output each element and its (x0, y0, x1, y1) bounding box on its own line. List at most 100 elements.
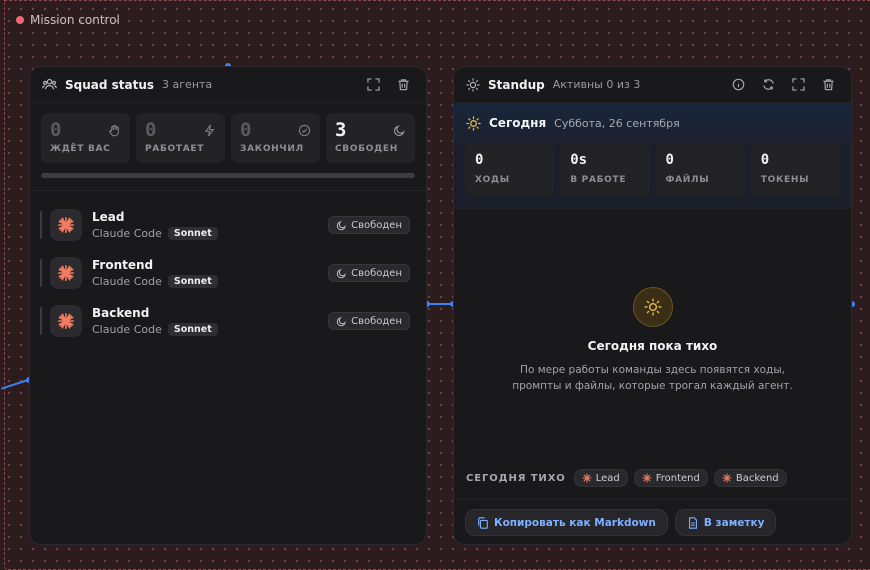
stat-finished: 0 ЗАКОНЧИЛ (231, 113, 320, 163)
stat-value: 0 (665, 152, 674, 168)
sun-icon (466, 115, 481, 131)
standup-active-count: Активны 0 из 3 (552, 78, 641, 91)
info-button[interactable] (727, 74, 749, 96)
copy-markdown-button[interactable]: Копировать как Markdown (465, 509, 668, 536)
copy-markdown-label: Копировать как Markdown (494, 516, 656, 529)
check-circle-icon (298, 122, 311, 141)
expand-button[interactable] (787, 74, 809, 96)
hand-icon (108, 122, 121, 141)
squad-progress-bar (41, 173, 415, 178)
agent-status-text: Свободен (351, 219, 402, 231)
agent-row-backend[interactable]: Backend Claude Code Sonnet Свободен (30, 297, 426, 345)
agent-name: Frontend (92, 258, 154, 272)
expand-button[interactable] (362, 74, 384, 96)
squad-panel-title: Squad status (65, 77, 155, 92)
moon-icon (393, 122, 406, 141)
agent-status-badge: Свободен (328, 216, 410, 234)
squad-status-panel: Squad status 3 агента 0 ЖДЁТ ВАС 0 РАБОТ… (29, 66, 427, 545)
delete-button[interactable] (817, 74, 839, 96)
stat-label: ЖДЁТ ВАС (50, 144, 111, 154)
today-label: Сегодня (489, 116, 547, 130)
empty-state: Сегодня пока тихо По мере работы команды… (454, 287, 851, 394)
quiet-agent-chip: Lead (573, 469, 628, 487)
sun-icon (643, 298, 662, 316)
agent-row-lead[interactable]: Lead Claude Code Sonnet Свободен (30, 201, 426, 249)
quiet-agent-name: Lead (595, 472, 620, 484)
sun-icon (466, 77, 480, 92)
moon-icon (336, 316, 347, 326)
stat-time-working: 0s В РАБОТЕ (560, 143, 650, 195)
quiet-agent-name: Backend (735, 472, 779, 484)
expand-icon (791, 78, 805, 91)
refresh-icon (762, 79, 774, 90)
agent-avatar (50, 305, 82, 337)
quiet-agent-chip: Frontend (633, 469, 708, 487)
today-header: Сегодня Суббота, 26 сентября (454, 103, 851, 143)
stat-label: СВОБОДЕН (335, 144, 398, 154)
stat-label: ХОДЫ (475, 175, 510, 185)
standup-stats: 0 ХОДЫ 0s В РАБОТЕ 0 ФАЙЛЫ 0 ТОКЕНЫ (454, 143, 851, 195)
today-date: Суббота, 26 сентября (554, 116, 680, 130)
agent-runtime: Claude Code (92, 227, 162, 240)
stat-turns: 0 ХОДЫ (465, 143, 555, 195)
agent-model-badge: Sonnet (167, 323, 218, 336)
empty-state-title: Сегодня пока тихо (587, 339, 718, 353)
expand-icon (366, 78, 380, 91)
agent-runtime: Claude Code (92, 323, 162, 336)
agent-model-badge: Sonnet (167, 227, 218, 240)
agent-row-frontend[interactable]: Frontend Claude Code Sonnet Свободен (30, 249, 426, 297)
agent-status-badge: Свободен (328, 312, 410, 330)
quiet-agent-name: Frontend (655, 472, 700, 484)
claude-spark-icon (722, 473, 732, 483)
agent-list: Lead Claude Code Sonnet Свободен Fronten… (30, 191, 426, 345)
agent-model-badge: Sonnet (167, 275, 218, 288)
claude-spark-icon (57, 216, 75, 234)
agent-runtime: Claude Code (92, 275, 162, 288)
stat-label: ФАЙЛЫ (665, 175, 710, 185)
empty-state-badge (632, 287, 673, 327)
trash-icon (397, 79, 409, 91)
stat-files: 0 ФАЙЛЫ (655, 143, 745, 195)
claude-spark-icon (57, 312, 75, 330)
moon-icon (336, 220, 347, 230)
squad-panel-header: Squad status 3 агента (30, 67, 426, 103)
quiet-agents-row: СЕГОДНЯ ТИХО Lead Frontend Backend (466, 469, 787, 487)
delete-button[interactable] (392, 74, 414, 96)
stat-waiting: 0 ЖДЁТ ВАС (41, 113, 130, 163)
info-icon (732, 78, 744, 91)
copy-icon (478, 516, 488, 529)
stat-value: 0 (475, 152, 484, 168)
stat-label: ЗАКОНЧИЛ (240, 144, 304, 154)
stat-working: 0 РАБОТАЕТ (136, 113, 225, 163)
stat-free: 3 СВОБОДЕН (326, 113, 415, 163)
stat-value: 0s (570, 152, 588, 168)
squad-stats: 0 ЖДЁТ ВАС 0 РАБОТАЕТ 0 ЗАКОНЧИЛ 3 СВОБО… (30, 103, 426, 163)
agent-status-badge: Свободен (328, 264, 410, 282)
quiet-agent-chip: Backend (713, 469, 787, 487)
bolt-icon (203, 122, 216, 141)
to-note-button[interactable]: В заметку (674, 509, 777, 536)
canvas-title: Mission control (30, 13, 120, 27)
users-icon (42, 77, 57, 92)
standup-actions: Копировать как Markdown В заметку (465, 509, 777, 536)
squad-agent-count: 3 агента (162, 78, 213, 91)
stat-label: ТОКЕНЫ (760, 175, 810, 185)
standup-panel-title: Standup (488, 77, 545, 92)
stat-tokens: 0 ТОКЕНЫ (750, 143, 840, 195)
to-note-label: В заметку (703, 516, 765, 529)
note-icon (688, 516, 697, 529)
claude-spark-icon (582, 473, 592, 483)
agent-avatar (50, 257, 82, 289)
stat-label: РАБОТАЕТ (145, 144, 205, 154)
claude-spark-icon (57, 264, 75, 282)
standup-panel-header: Standup Активны 0 из 3 (454, 67, 851, 103)
moon-icon (336, 268, 347, 278)
refresh-button[interactable] (757, 74, 779, 96)
empty-state-description: По мере работы команды здесь появятся хо… (512, 364, 793, 392)
trash-icon (822, 79, 834, 91)
stat-value: 0 (760, 152, 770, 168)
agent-avatar (50, 209, 82, 241)
standup-panel: Standup Активны 0 из 3 Сегодня Суббота, … (453, 66, 852, 545)
agent-name: Lead (92, 210, 125, 224)
stat-label: В РАБОТЕ (570, 175, 627, 185)
